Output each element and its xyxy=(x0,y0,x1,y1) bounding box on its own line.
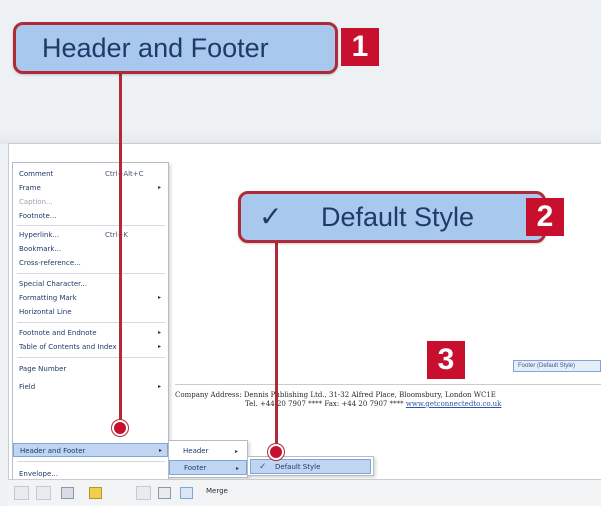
submenu-arrow-icon: ▸ xyxy=(158,329,162,336)
toolbar-button[interactable] xyxy=(14,486,29,500)
footer-phone-fax: Tel. +44 20 7907 **** Fax: +44 20 7907 *… xyxy=(245,400,404,408)
submenu-item-default-style[interactable]: ✓ Default Style xyxy=(250,459,371,474)
menu-item-hyperlink[interactable]: Hyperlink... Ctrl+K xyxy=(13,228,168,242)
submenu-arrow-icon: ▸ xyxy=(235,448,239,455)
folder-icon[interactable] xyxy=(89,487,102,499)
callout-1-label: Header and Footer xyxy=(42,33,269,63)
merge-label[interactable]: Merge xyxy=(206,487,228,495)
callout-1-pointer-dot xyxy=(112,420,128,436)
menu-item-page-number[interactable]: Page Number xyxy=(13,362,168,376)
footer-contact-line: Tel. +44 20 7907 **** Fax: +44 20 7907 *… xyxy=(175,400,601,409)
toolbar-button[interactable] xyxy=(36,486,51,500)
checkmark-icon: ✓ xyxy=(259,201,283,232)
step-2-badge: 2 xyxy=(526,198,564,236)
footer-style-submenu: ✓ Default Style xyxy=(247,456,374,476)
callout-2-label: Default Style xyxy=(321,202,475,232)
checkmark-icon: ✓ xyxy=(259,462,267,472)
menu-separator xyxy=(17,461,165,462)
callout-2-leader-line xyxy=(275,243,278,450)
callout-default-style: ✓ Default Style xyxy=(238,191,546,243)
header-footer-submenu: Header ▸ Footer ▸ xyxy=(168,440,248,478)
menu-item-field[interactable]: Field ▸ xyxy=(13,380,168,394)
menu-separator xyxy=(17,273,165,274)
menu-item-frame[interactable]: Frame ▸ xyxy=(13,181,168,195)
menu-item-formatting-mark[interactable]: Formatting Mark ▸ xyxy=(13,291,168,305)
fields-icon[interactable] xyxy=(180,487,193,499)
insert-menu: Comment Ctrl+Alt+C Frame ▸ Caption... Foot… xyxy=(12,162,169,487)
callout-2-pointer-dot xyxy=(268,444,284,460)
submenu-arrow-icon: ▸ xyxy=(158,343,162,350)
callout-1-leader-line xyxy=(119,74,122,426)
menu-item-bookmark[interactable]: Bookmark... xyxy=(13,242,168,256)
step-1-badge: 1 xyxy=(341,28,379,66)
menu-item-header-and-footer[interactable]: Header and Footer ▸ xyxy=(13,443,168,457)
submenu-arrow-icon: ▸ xyxy=(158,383,162,390)
menu-item-footnote[interactable]: Footnote... xyxy=(13,209,168,223)
submenu-arrow-icon: ▸ xyxy=(236,465,240,472)
menu-item-comment[interactable]: Comment Ctrl+Alt+C xyxy=(13,167,168,181)
menu-item-table-of-contents[interactable]: Table of Contents and Index ▸ xyxy=(13,340,168,354)
step-3-badge: 3 xyxy=(427,341,465,379)
submenu-item-header[interactable]: Header ▸ xyxy=(169,444,247,459)
menu-item-horizontal-line[interactable]: Horizontal Line xyxy=(13,305,168,319)
submenu-arrow-icon: ▸ xyxy=(159,447,163,454)
toolbar-button[interactable] xyxy=(136,486,151,500)
callout-header-and-footer: Header and Footer xyxy=(13,22,338,74)
menu-separator xyxy=(17,322,165,323)
submenu-arrow-icon: ▸ xyxy=(158,184,162,191)
document-footer[interactable]: Company Address: Dennis Publishing Ltd.,… xyxy=(175,391,601,409)
footer-style-tag[interactable]: Footer (Default Style) xyxy=(513,360,601,372)
footer-address-line: Company Address: Dennis Publishing Ltd.,… xyxy=(175,391,496,399)
mail-merge-icon[interactable] xyxy=(158,487,171,499)
menu-separator xyxy=(17,357,165,358)
submenu-item-footer[interactable]: Footer ▸ xyxy=(169,460,247,475)
document-icon[interactable] xyxy=(61,487,74,499)
menu-item-caption: Caption... xyxy=(19,198,53,206)
menu-separator xyxy=(17,225,165,226)
menu-item-footnote-endnote[interactable]: Footnote and Endnote ▸ xyxy=(13,326,168,340)
submenu-arrow-icon: ▸ xyxy=(158,294,162,301)
footer-website-link[interactable]: www.getconnectedto.co.uk xyxy=(406,400,502,408)
bottom-toolbar: Merge xyxy=(8,479,601,506)
menu-item-cross-reference[interactable]: Cross-reference... xyxy=(13,256,168,270)
menu-item-special-character[interactable]: Special Character... xyxy=(13,277,168,291)
footer-divider xyxy=(175,384,601,385)
